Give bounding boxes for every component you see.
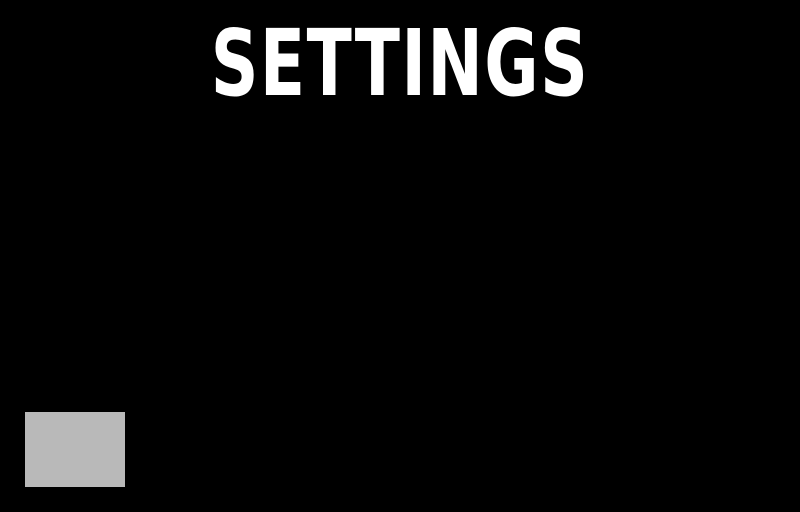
page-title: SETTINGS xyxy=(210,10,590,117)
settings-screen: SETTINGS xyxy=(0,0,800,512)
back-button[interactable] xyxy=(25,412,125,487)
